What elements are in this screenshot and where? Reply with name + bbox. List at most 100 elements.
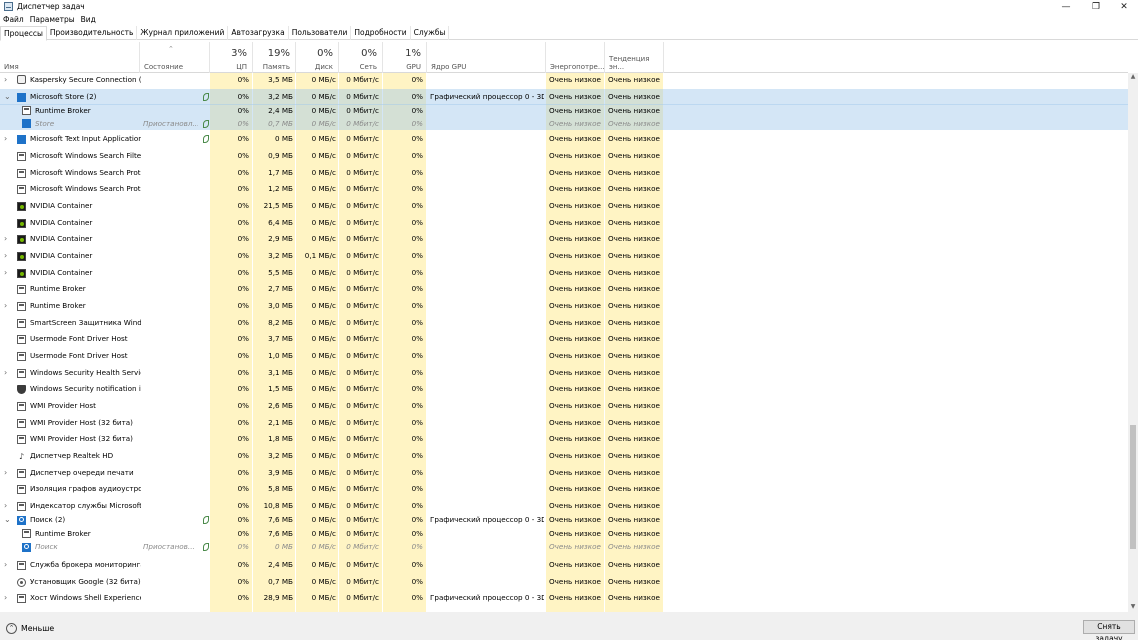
- process-row[interactable]: › Kaspersky Secure Connection (3... 0% 3,5 …: [0, 73, 1128, 86]
- process-power-trend: Очень низкое: [608, 468, 660, 477]
- column-header-memory[interactable]: 19% Память: [253, 42, 296, 73]
- scroll-down-icon[interactable]: ▼: [1128, 603, 1138, 612]
- column-network-label: Сеть: [359, 63, 377, 71]
- tab-details[interactable]: Подробности: [351, 26, 411, 40]
- expand-chevron-icon[interactable]: ›: [4, 73, 7, 86]
- process-power-trend: Очень низкое: [608, 251, 660, 260]
- process-row[interactable]: Windows Security notification i... 0% 1,5 …: [0, 381, 1128, 397]
- process-gpu: 0%: [411, 577, 423, 586]
- process-gpu: 0%: [411, 284, 423, 293]
- expand-chevron-icon[interactable]: ›: [4, 298, 7, 314]
- expand-chevron-icon[interactable]: ›: [4, 248, 7, 264]
- column-header-name[interactable]: Имя: [0, 42, 140, 73]
- column-power-trend-label: Тенденция эн...: [609, 55, 650, 71]
- process-row[interactable]: ♪ Диспетчер Realtek HD 0% 3,2 МБ 0 МБ/с 0 Мби…: [0, 448, 1128, 464]
- process-memory: 3,9 МБ: [268, 468, 293, 477]
- process-row[interactable]: Изоляция графов аудиоустро... 0% 5,8 МБ 0 М…: [0, 481, 1128, 497]
- process-row[interactable]: › NVIDIA Container 0% 5,5 МБ 0 МБ/с 0 Мбит/с 0…: [0, 265, 1128, 281]
- process-row[interactable]: Usermode Font Driver Host 0% 1,0 МБ 0 МБ/с 0…: [0, 348, 1128, 364]
- process-cpu: 0%: [237, 234, 249, 243]
- process-row[interactable]: Microsoft Windows Search Filte... 0% 0,9 М…: [0, 148, 1128, 164]
- process-row[interactable]: Store Приостановл... 0% 0,7 МБ 0 МБ/с 0 Мбит/…: [0, 117, 1128, 130]
- process-name: Служба брокера мониторинга...: [30, 560, 141, 569]
- tab-app-history[interactable]: Журнал приложений: [137, 26, 229, 40]
- process-row[interactable]: › Служба брокера мониторинга... 0% 2,4 МБ 0 …: [0, 557, 1128, 573]
- tab-startup[interactable]: Автозагрузка: [228, 26, 289, 40]
- process-gpu: 0%: [411, 560, 423, 569]
- close-button[interactable]: ✕: [1108, 0, 1138, 13]
- process-row[interactable]: Usermode Font Driver Host 0% 3,7 МБ 0 МБ/с 0…: [0, 331, 1128, 347]
- vertical-scrollbar[interactable]: ▲ ▼: [1128, 73, 1138, 612]
- collapse-chevron-icon[interactable]: ⌄: [4, 89, 11, 105]
- expand-chevron-icon[interactable]: ›: [4, 590, 7, 606]
- process-row[interactable]: Поиск Приостанов... 0% 0 МБ 0 МБ/с 0 Мбит/с 0%…: [0, 540, 1128, 554]
- process-gpu: 0%: [411, 119, 423, 128]
- process-row[interactable]: › Индексатор службы Microsoft ... 0% 10,8 М…: [0, 498, 1128, 514]
- process-row[interactable]: › Microsoft Text Input Application 0% 0 МБ 0…: [0, 131, 1128, 147]
- menu-view[interactable]: Вид: [81, 15, 96, 24]
- column-header-disk[interactable]: 0% Диск: [296, 42, 339, 73]
- column-header-cpu[interactable]: 3% ЦП: [210, 42, 253, 73]
- column-header-power[interactable]: Энергопотре...: [546, 42, 605, 73]
- chevron-up-icon[interactable]: ⌃: [6, 623, 17, 634]
- process-row[interactable]: › Диспетчер очереди печати 0% 3,9 МБ 0 МБ/с 0…: [0, 465, 1128, 481]
- tab-services[interactable]: Службы: [411, 26, 450, 40]
- process-name: Windows Security Health Service: [30, 368, 141, 377]
- process-row[interactable]: NVIDIA Container 0% 6,4 МБ 0 МБ/с 0 Мбит/с 0%…: [0, 215, 1128, 231]
- menu-options[interactable]: Параметры: [30, 15, 75, 24]
- process-row[interactable]: Runtime Broker 0% 7,6 МБ 0 МБ/с 0 Мбит/с 0% Оч…: [0, 527, 1128, 540]
- expand-chevron-icon[interactable]: ›: [4, 557, 7, 573]
- menu-file[interactable]: Файл: [3, 15, 24, 24]
- expand-chevron-icon[interactable]: ›: [4, 131, 7, 147]
- tab-users[interactable]: Пользователи: [289, 26, 352, 40]
- end-task-button[interactable]: Снять задачу: [1083, 620, 1135, 640]
- process-row[interactable]: Runtime Broker 0% 2,7 МБ 0 МБ/с 0 Мбит/с 0% Оч…: [0, 281, 1128, 297]
- process-row[interactable]: › NVIDIA Container 0% 3,2 МБ 0,1 МБ/с 0 Мбит/…: [0, 248, 1128, 264]
- process-disk: 0 МБ/с: [311, 484, 336, 493]
- process-row[interactable]: Microsoft Windows Search Prot... 0% 1,2 МБ…: [0, 181, 1128, 197]
- process-memory: 2,1 МБ: [268, 418, 293, 427]
- process-row[interactable]: ⌄ Microsoft Store (2) 0% 3,2 МБ 0 МБ/с 0 Мбит…: [0, 89, 1128, 105]
- column-header-gpu-engine[interactable]: Ядро GPU: [427, 42, 546, 73]
- tab-processes[interactable]: Процессы: [0, 26, 47, 41]
- process-row[interactable]: SmartScreen Защитника Windo... 0% 8,2 МБ 0 …: [0, 315, 1128, 331]
- horizontal-scrollbar[interactable]: [0, 612, 1138, 620]
- scroll-up-icon[interactable]: ▲: [1128, 73, 1138, 82]
- process-row[interactable]: › Хост Windows Shell Experience 0% 28,9 МБ 0…: [0, 590, 1128, 606]
- process-power: Очень низкое: [549, 92, 601, 101]
- collapse-chevron-icon[interactable]: ⌄: [4, 513, 11, 527]
- expand-chevron-icon[interactable]: ›: [4, 498, 7, 514]
- process-disk: 0 МБ/с: [311, 106, 336, 115]
- process-list: › Kaspersky Secure Connection (3... 0% 3,5 …: [0, 73, 1128, 612]
- process-row[interactable]: › Windows Security Health Service 0% 3,1 МБ…: [0, 365, 1128, 381]
- expand-chevron-icon[interactable]: ›: [4, 365, 7, 381]
- process-row[interactable]: › Runtime Broker 0% 3,0 МБ 0 МБ/с 0 Мбит/с 0% О…: [0, 298, 1128, 314]
- process-row[interactable]: Runtime Broker 0% 2,4 МБ 0 МБ/с 0 Мбит/с 0% Оч…: [0, 104, 1128, 117]
- scroll-thumb[interactable]: [1130, 425, 1136, 549]
- process-row[interactable]: ⌄ Поиск (2) 0% 7,6 МБ 0 МБ/с 0 Мбит/с 0% Графич…: [0, 513, 1128, 527]
- process-disk: 0 МБ/с: [311, 351, 336, 360]
- fewer-details-link[interactable]: Меньше: [21, 624, 54, 633]
- column-header-network[interactable]: 0% Сеть: [339, 42, 383, 73]
- expand-chevron-icon[interactable]: ›: [4, 265, 7, 281]
- process-row[interactable]: WMI Provider Host (32 бита) 0% 2,1 МБ 0 МБ/…: [0, 415, 1128, 431]
- tab-performance[interactable]: Производительность: [47, 26, 138, 40]
- process-row[interactable]: Microsoft Windows Search Prot... 0% 1,7 МБ…: [0, 165, 1128, 181]
- process-row[interactable]: WMI Provider Host 0% 2,6 МБ 0 МБ/с 0 Мбит/с 0…: [0, 398, 1128, 414]
- expand-chevron-icon[interactable]: ›: [4, 231, 7, 247]
- process-memory: 7,6 МБ: [268, 529, 293, 538]
- process-row[interactable]: Установщик Google (32 бита) 0% 0,7 МБ 0 МБ/…: [0, 574, 1128, 590]
- process-row[interactable]: › NVIDIA Container 0% 2,9 МБ 0 МБ/с 0 Мбит/с 0…: [0, 231, 1128, 247]
- process-memory: 3,1 МБ: [268, 368, 293, 377]
- minimize-button[interactable]: —: [1050, 0, 1082, 13]
- column-header-power-trend[interactable]: Тенденция эн...: [605, 42, 664, 73]
- process-row[interactable]: NVIDIA Container 0% 21,5 МБ 0 МБ/с 0 Мбит/с 0…: [0, 198, 1128, 214]
- process-row[interactable]: WMI Provider Host (32 бита) 0% 1,8 МБ 0 МБ/…: [0, 431, 1128, 447]
- expand-chevron-icon[interactable]: ›: [4, 465, 7, 481]
- realtek-icon: ♪: [18, 452, 25, 461]
- process-network: 0 Мбит/с: [346, 251, 379, 260]
- process-name: Индексатор службы Microsoft ...: [30, 501, 141, 510]
- column-header-status[interactable]: Состояние: [140, 42, 210, 73]
- process-power: Очень низкое: [549, 201, 601, 210]
- column-header-gpu[interactable]: 1% GPU: [383, 42, 427, 73]
